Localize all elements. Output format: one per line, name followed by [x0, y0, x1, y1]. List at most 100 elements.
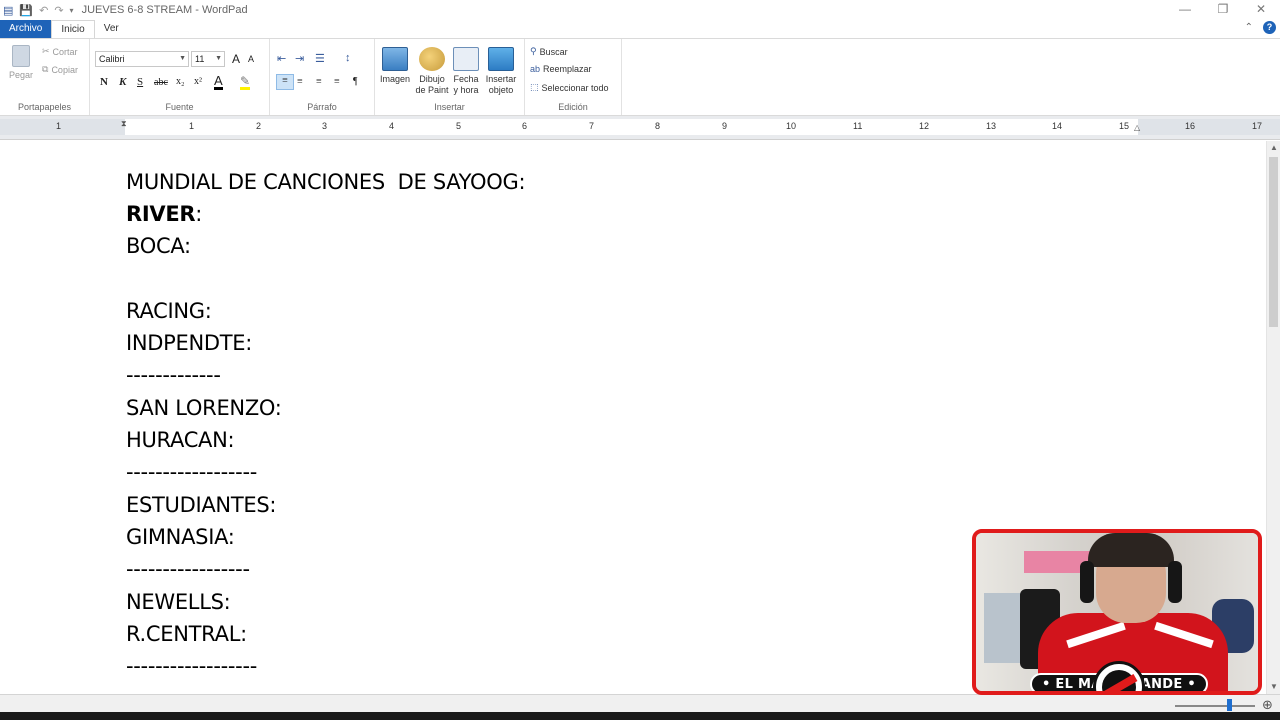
ruler-number: 7: [589, 121, 595, 131]
chevron-down-icon: ▼: [215, 55, 222, 62]
doc-line: INDPENDTE:: [126, 331, 253, 355]
increase-indent-icon[interactable]: ⇥: [295, 52, 304, 65]
scroll-up-icon[interactable]: ▲: [1267, 141, 1280, 155]
ruler-strip: 1 1 2 3 4 5 6 7 8 9 10 11 12 13 14 15 16…: [0, 116, 1280, 140]
ruler-number: 13: [986, 121, 997, 131]
scroll-thumb[interactable]: [1269, 157, 1278, 327]
window-title: JUEVES 6-8 STREAM - WordPad: [81, 4, 248, 16]
customize-qat-icon[interactable]: ▾: [70, 6, 74, 15]
decrease-indent-icon[interactable]: ⇤: [277, 52, 286, 65]
wordpad-app-icon[interactable]: ▤: [3, 4, 13, 17]
insert-image-button[interactable]: Imagen: [379, 47, 411, 85]
find-button[interactable]: ⚲ Buscar: [530, 46, 568, 57]
group-label-portapapeles: Portapapeles: [17, 102, 72, 112]
chevron-down-icon: ▼: [179, 55, 186, 62]
ruler-number: 1: [189, 121, 195, 131]
binoculars-icon: ⚲: [530, 46, 537, 56]
paragraph-settings-icon[interactable]: ¶: [353, 76, 358, 87]
scissors-icon: ✂: [42, 46, 50, 56]
zoom-in-icon[interactable]: ⊕: [1262, 697, 1273, 713]
highlight-icon[interactable]: ✎: [240, 75, 251, 90]
paint-drawing-button[interactable]: Dibujo de Paint: [414, 47, 450, 96]
shrink-font-button[interactable]: A: [248, 54, 254, 64]
bullets-icon[interactable]: ☰: [315, 52, 325, 65]
doc-line: ESTUDIANTES:: [126, 493, 277, 517]
help-icon[interactable]: ?: [1263, 21, 1276, 34]
indent-marker-icon[interactable]: ⧗: [121, 119, 127, 129]
redo-icon[interactable]: ↷: [54, 4, 63, 17]
superscript-button[interactable]: x²: [194, 76, 202, 87]
doc-line: HURACAN:: [126, 428, 235, 452]
doc-line: ------------------: [126, 654, 257, 678]
doc-line: RACING:: [126, 299, 212, 323]
doc-line: -------------: [126, 363, 221, 387]
underline-button[interactable]: S: [137, 76, 143, 88]
replace-button[interactable]: ab Reemplazar: [530, 64, 592, 74]
zoom-slider-knob[interactable]: [1227, 699, 1232, 711]
paste-button[interactable]: Pegar: [6, 45, 36, 81]
ruler[interactable]: 1 1 2 3 4 5 6 7 8 9 10 11 12 13 14 15 16…: [0, 119, 1280, 135]
maximize-button[interactable]: ❐: [1204, 0, 1242, 20]
select-all-button[interactable]: ⬚ Seleccionar todo: [530, 82, 609, 93]
doc-line: RIVER:: [126, 202, 202, 226]
right-indent-marker-icon[interactable]: △: [1134, 123, 1140, 132]
line-spacing-icon[interactable]: ↕: [345, 52, 351, 64]
copy-icon: ⧉: [42, 64, 49, 74]
group-label-fuente: Fuente: [165, 102, 194, 112]
cut-button[interactable]: ✂ Cortar: [42, 46, 78, 57]
justify-icon[interactable]: ≡: [334, 76, 340, 87]
tab-ver[interactable]: Ver: [95, 20, 128, 38]
subscript-button[interactable]: x₂: [176, 76, 185, 87]
font-name-select[interactable]: Calibri ▼: [95, 51, 189, 67]
strikethrough-button[interactable]: abc: [154, 77, 168, 88]
bold-button[interactable]: N: [100, 76, 108, 88]
headset-icon: [1168, 561, 1182, 603]
image-icon: [382, 47, 408, 71]
date-label-1: Fecha: [453, 74, 479, 84]
ruler-number: 10: [786, 121, 797, 131]
replace-label: Reemplazar: [543, 64, 592, 74]
paint-palette-icon: [419, 47, 445, 71]
minimize-button[interactable]: —: [1166, 0, 1204, 20]
ribbon-tabs: Archivo Inicio Ver ⌃ ?: [0, 20, 1280, 38]
group-portapapeles: Pegar ✂ Cortar ⧉ Copiar Portapapeles: [0, 39, 90, 115]
date-time-button[interactable]: Fecha y hora: [451, 47, 481, 96]
font-color-button[interactable]: A: [214, 74, 223, 90]
doc-line: MUNDIAL DE CANCIONES DE SAYOOG:: [126, 170, 526, 194]
close-button[interactable]: ✕: [1242, 0, 1280, 20]
paste-icon: [12, 45, 30, 67]
ribbon: Pegar ✂ Cortar ⧉ Copiar Portapapeles Cal…: [0, 38, 1280, 116]
save-icon[interactable]: 💾: [19, 4, 33, 17]
scroll-down-icon[interactable]: ▼: [1267, 680, 1280, 694]
group-fuente: Calibri ▼ 11 ▼ A A N K S abc x₂ x² A ✎ F…: [90, 39, 270, 115]
find-label: Buscar: [539, 46, 568, 57]
cut-label: Cortar: [52, 46, 78, 57]
zoom-slider-track[interactable]: [1175, 705, 1255, 707]
ruler-number: 3: [322, 121, 328, 131]
group-edicion: ⚲ Buscar ab Reemplazar ⬚ Seleccionar tod…: [525, 39, 622, 115]
grow-font-button[interactable]: A: [232, 52, 240, 66]
italic-button[interactable]: K: [119, 76, 126, 88]
tab-inicio[interactable]: Inicio: [51, 20, 95, 38]
align-right-icon[interactable]: ≡: [316, 76, 322, 87]
insert-object-button[interactable]: Insertar objeto: [483, 47, 519, 96]
tab-archivo[interactable]: Archivo: [0, 20, 52, 38]
copy-button[interactable]: ⧉ Copiar: [42, 64, 78, 75]
object-label-2: objeto: [488, 85, 514, 95]
font-name-value: Calibri: [99, 54, 125, 64]
ruler-number: 5: [456, 121, 462, 131]
paint-label-1: Dibujo: [419, 74, 445, 84]
object-icon: [488, 47, 514, 71]
align-left-icon[interactable]: ≡: [276, 74, 294, 90]
calendar-icon: [453, 47, 479, 71]
doc-line-bold: RIVER: [126, 202, 196, 226]
doc-line: GIMNASIA:: [126, 525, 235, 549]
vertical-scrollbar[interactable]: ▲ ▼: [1266, 141, 1280, 694]
align-center-icon[interactable]: ≡: [297, 76, 303, 87]
doc-line: R.CENTRAL:: [126, 622, 247, 646]
collapse-ribbon-icon[interactable]: ⌃: [1245, 22, 1253, 33]
paste-label: Pegar: [8, 70, 34, 80]
font-size-select[interactable]: 11 ▼: [191, 51, 225, 67]
undo-icon[interactable]: ↶: [39, 4, 48, 17]
group-insertar: Imagen Dibujo de Paint Fecha y hora Inse…: [375, 39, 525, 115]
